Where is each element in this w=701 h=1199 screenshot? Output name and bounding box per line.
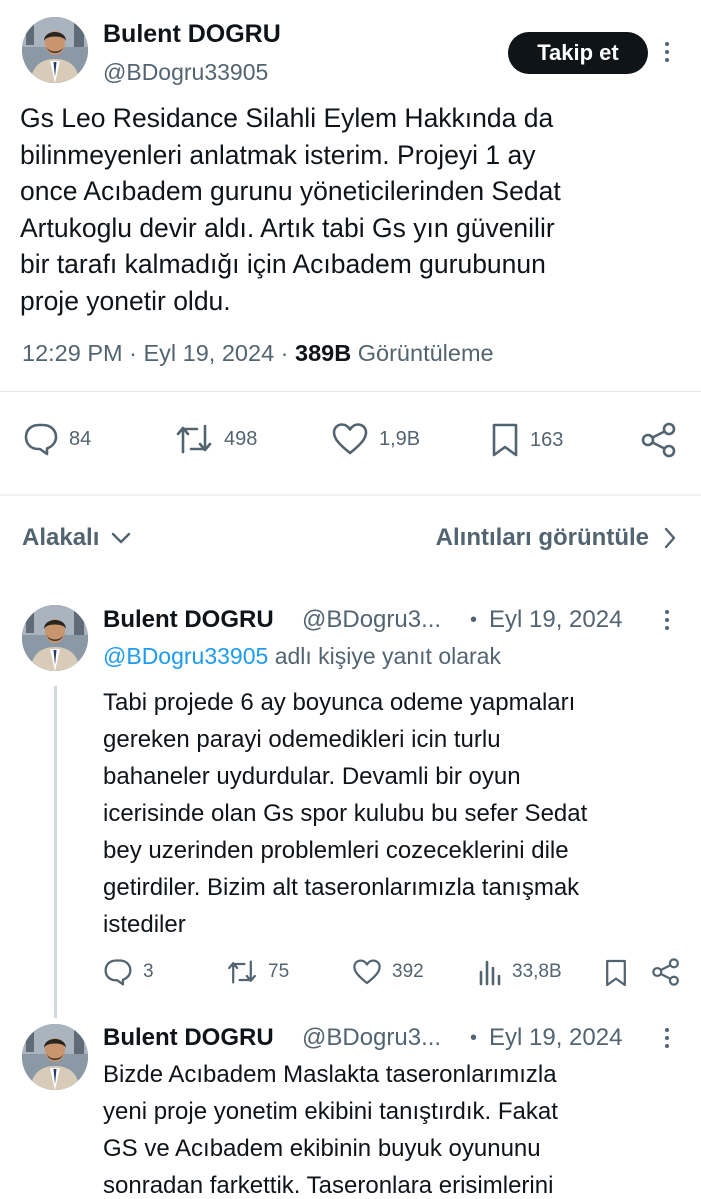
author-handle[interactable]: @BDogru33905	[103, 59, 268, 86]
reply-action[interactable]: 84	[23, 422, 91, 456]
repost-action[interactable]: 75	[226, 958, 289, 986]
heart-icon	[353, 959, 381, 985]
author-name[interactable]: Bulent DOGRU	[103, 20, 281, 49]
reply-text-line: Bizde Acıbadem Maslakta taseronlarımızla	[103, 1061, 557, 1088]
more-vertical-icon[interactable]	[662, 1028, 672, 1048]
tweet-text-line: once Acıbadem gurunu yöneticilerinden Se…	[20, 176, 561, 206]
tweet-text-line: Artukoglu devir aldı. Artık tabi Gs yın …	[20, 212, 555, 243]
replying-to: @BDogru33905 adlı kişiye yanıt olarak	[103, 643, 501, 670]
share-icon	[641, 422, 676, 458]
views-count: 389B	[295, 340, 352, 366]
tweet-text-line: Gs Leo Residance Silahli Eylem Hakkında …	[20, 103, 554, 133]
divider	[0, 391, 701, 392]
quotes-label: Alıntıları görüntüle	[435, 524, 649, 551]
reply-text: Bizde Acıbadem Maslakta taseronlarımızla…	[103, 1056, 683, 1199]
reply-action[interactable]: 3	[103, 958, 154, 986]
reply-text-line: gereken parayi odemedikleri icin turlu	[103, 726, 501, 753]
more-vertical-icon[interactable]	[662, 610, 672, 630]
reply-count: 3	[143, 961, 154, 982]
separator-dot: •	[470, 609, 478, 631]
repost-count: 75	[268, 961, 290, 982]
reply-date[interactable]: Eyl 19, 2024	[489, 606, 622, 634]
view-quotes-link[interactable]: Alıntıları görüntüle	[436, 524, 677, 552]
bookmark-icon	[606, 959, 626, 987]
reply-date[interactable]: Eyl 19, 2024	[489, 1024, 622, 1052]
repost-count: 498	[224, 427, 258, 450]
views-icon	[479, 960, 501, 986]
views-label: Görüntüleme	[357, 340, 494, 366]
more-vertical-icon[interactable]	[662, 42, 672, 62]
replying-to-handle-link[interactable]: @BDogru33905	[103, 643, 268, 669]
comment-icon	[24, 423, 58, 456]
like-count: 392	[392, 961, 424, 982]
reply-author-handle[interactable]: @BDogru3...	[302, 1024, 441, 1052]
reply-text-line: bey uzerinden problemleri cozeceklerini …	[103, 837, 569, 864]
chevron-down-icon	[112, 532, 131, 544]
tweet-time[interactable]: 12:29 PM	[22, 340, 123, 366]
share-action[interactable]	[651, 957, 681, 987]
tweet-text-line: bir tarafı kalmadığı için Acıbadem gurub…	[20, 249, 546, 279]
section-divider	[0, 494, 701, 496]
reply-text-line: GS ve Acıbadem ekibinin buyuk oyununu	[103, 1135, 541, 1162]
bookmark-action[interactable]	[604, 958, 628, 988]
reply-text-line: yeni proje yonetim ekibini tanıştırdık. …	[103, 1098, 558, 1125]
tweet-text-line: proje yonetir oldu.	[20, 285, 231, 316]
reply-text-line: Tabi projede 6 ay boyunca odeme yapmalar…	[103, 689, 576, 716]
thread-line	[54, 686, 57, 1018]
reply-text-line: sonradan farkettik. Taseronlara erisimle…	[103, 1172, 554, 1199]
views-action[interactable]: 33,8B	[478, 958, 562, 986]
repost-action[interactable]: 498	[174, 422, 257, 456]
like-action[interactable]: 392	[352, 958, 424, 986]
share-action[interactable]	[640, 421, 678, 459]
like-count: 1,9B	[379, 427, 421, 450]
chevron-right-icon	[664, 527, 676, 549]
reply-author-handle[interactable]: @BDogru3...	[302, 606, 441, 634]
replying-to-suffix: adlı kişiye yanıt olarak	[274, 643, 501, 669]
bookmark-action[interactable]: 163	[490, 422, 563, 458]
views-count: 33,8B	[512, 961, 562, 982]
bookmark-icon	[492, 423, 518, 457]
tweet-date[interactable]: Eyl 19, 2024	[143, 340, 274, 366]
repost-icon	[176, 424, 212, 454]
tweet-text: Gs Leo Residance Silahli Eylem Hakkında …	[20, 100, 680, 319]
reply-text-line: bahaneler uydurdular. Devamli bir oyun	[103, 763, 521, 790]
repost-icon	[228, 960, 256, 984]
reply-author-name[interactable]: Bulent DOGRU	[103, 1024, 274, 1052]
heart-icon	[332, 423, 368, 455]
avatar[interactable]	[22, 605, 88, 671]
reply-count: 84	[69, 427, 92, 450]
relevant-label: Alakalı	[22, 524, 100, 551]
avatar[interactable]	[22, 17, 88, 83]
reply-author-name[interactable]: Bulent DOGRU	[103, 606, 274, 634]
tweet-meta: 12:29 PM · Eyl 19, 2024 · 389B Görüntüle…	[22, 340, 494, 366]
relevant-sort-dropdown[interactable]: Alakalı	[22, 524, 131, 552]
avatar[interactable]	[22, 1024, 88, 1090]
comment-icon	[104, 959, 132, 986]
reply-text: Tabi projede 6 ay boyunca odeme yapmalar…	[103, 684, 683, 943]
like-action[interactable]: 1,9B	[331, 422, 420, 456]
reply-text-line: getirdiler. Bizim alt taseronlarımızla t…	[103, 874, 580, 901]
separator-dot: •	[470, 1027, 478, 1049]
bookmark-count: 163	[530, 428, 564, 451]
share-icon	[652, 958, 679, 986]
reply-text-line: icerisinde olan Gs spor kulubu bu sefer …	[103, 800, 588, 827]
follow-button[interactable]: Takip et	[508, 32, 648, 74]
reply-text-line: istediler	[103, 911, 186, 938]
tweet-text-line: bilinmeyenleri anlatmak isterim. Projeyi…	[20, 139, 536, 170]
